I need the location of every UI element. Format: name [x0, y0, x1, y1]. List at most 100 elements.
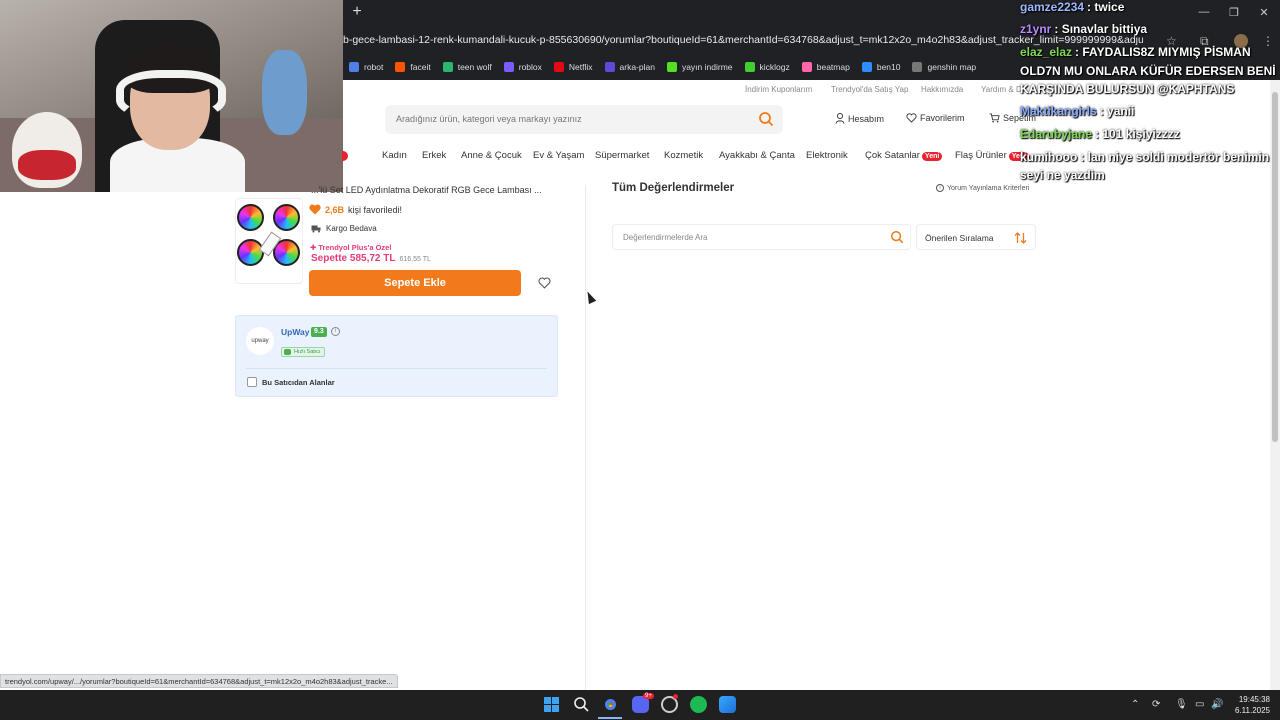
about-link[interactable]: Hakkımızda: [921, 85, 963, 94]
checkbox-icon[interactable]: [247, 377, 257, 387]
bookmark-label: arka-plan: [619, 62, 655, 72]
windows-taskbar: 9+ ⌃ ⟳ 🎙 ▭ 🔊 19:45:38 6.11.2025: [0, 690, 1280, 720]
active-app-indicator: [598, 717, 622, 719]
chat-text: : 101 kişiyizzzz: [1095, 127, 1180, 141]
account-label: Hesabım: [848, 113, 885, 124]
plus-label-text: Trendyol Plus'a Özel: [318, 243, 392, 252]
bookmark-label: beatmap: [816, 62, 850, 72]
chat-text: : Sınavlar bittiya: [1054, 22, 1148, 36]
category-flas-urunler[interactable]: Flaş Ürünler Yeni: [955, 150, 1030, 161]
review-search-placeholder: Değerlendirmelerde Ara: [623, 233, 708, 242]
truck-icon: [311, 225, 321, 233]
product-image[interactable]: [235, 198, 303, 284]
favorites-label: Favorilerim: [920, 113, 965, 123]
category-ev-yasam[interactable]: Ev & Yaşam: [533, 150, 584, 161]
search-icon[interactable]: [890, 230, 904, 244]
category-cok-satanlar[interactable]: Çok Satanlar Yeni: [865, 150, 943, 161]
favorites-text: kişi favoriledi!: [348, 204, 403, 215]
chat-message: gamze2234: twice: [1020, 0, 1124, 14]
chat-username: Edarubyjane: [1020, 127, 1093, 141]
kicklogz-icon: [744, 62, 755, 72]
link-status-bar: trendyol.com/upway/.../yorumlar?boutique…: [0, 674, 398, 688]
bookmark-item[interactable]: arka-plan: [599, 58, 661, 76]
free-cargo-info: Kargo Bedava: [311, 224, 377, 233]
review-rules-label: Yorum Yayınlama Kriterleri: [947, 184, 1030, 192]
bookmark-item[interactable]: ben10: [856, 58, 907, 76]
tray-chevron-icon[interactable]: ⌃: [1131, 699, 1139, 710]
notification-dot: [673, 694, 678, 699]
bookmark-item[interactable]: beatmap: [796, 58, 856, 76]
volume-icon[interactable]: 🔊: [1211, 699, 1223, 710]
chat-text: : yanii: [1099, 104, 1135, 118]
category-supermarket[interactable]: Süpermarket: [595, 150, 649, 161]
system-clock[interactable]: 19:45:38 6.11.2025: [1228, 694, 1270, 716]
chat-username: elaz_elaz: [1020, 45, 1073, 59]
category-erkek[interactable]: Erkek: [422, 150, 446, 161]
category-kadin[interactable]: Kadın: [382, 150, 407, 161]
favorite-heart-icon: [309, 204, 321, 215]
netflix-icon: [553, 62, 564, 72]
vertical-divider: [585, 185, 586, 690]
spotify-icon[interactable]: [690, 696, 707, 713]
bookmark-item[interactable]: yayın indirme: [661, 58, 739, 76]
chat-text: OLD7N MU ONLARA KÜFÜR EDERSEN BENİ: [1020, 64, 1276, 78]
bookmark-label: yayın indirme: [681, 62, 733, 72]
webcam-overlay: [0, 0, 343, 192]
bookmark-item[interactable]: Netflix: [548, 58, 599, 76]
product-title[interactable]: ...'lü Set LED Aydınlatma Dekoratif RGB …: [311, 185, 561, 195]
bookmark-item[interactable]: faceit: [389, 58, 436, 76]
bookmark-item[interactable]: robot: [343, 58, 389, 76]
category-ayakkabi-canta[interactable]: Ayakkabı & Çanta: [719, 150, 795, 161]
coupons-link[interactable]: İndirim Kuponlarım: [745, 85, 812, 94]
clock-date: 6.11.2025: [1235, 706, 1270, 715]
seller-score-badge: 9.3: [311, 327, 327, 337]
review-rules-link[interactable]: i Yorum Yayınlama Kriterleri: [936, 184, 1029, 192]
review-search-input[interactable]: Değerlendirmelerde Ara: [612, 224, 911, 250]
seller-filter-checkbox[interactable]: Bu Satıcıdan Alanlar: [247, 377, 335, 387]
category-kozmetik[interactable]: Kozmetik: [664, 150, 703, 161]
display-icon[interactable]: ▭: [1195, 699, 1204, 710]
search-input[interactable]: Aradığınız ürün, kategori veya markayı y…: [385, 105, 783, 134]
chat-username: Maktikangirls: [1020, 104, 1097, 118]
chat-message: elaz_elaz: FAYDALIS8Z MIYMIŞ PİSMAN: [1020, 45, 1251, 59]
seller-filter-label: Bu Satıcıdan Alanlar: [262, 377, 335, 387]
category-anne-cocuk[interactable]: Anne & Çocuk: [461, 150, 522, 161]
ben10-icon: [861, 62, 872, 72]
add-to-cart-button[interactable]: Sepete Ekle: [309, 270, 521, 296]
search-icon[interactable]: [758, 111, 774, 127]
user-icon: [835, 113, 845, 124]
bookmark-label: ben10: [876, 62, 901, 72]
search-icon[interactable]: [573, 696, 590, 713]
discord-badge: 9+: [643, 693, 654, 699]
chat-username: gamze2234: [1020, 0, 1085, 14]
favorites-button[interactable]: Favorilerim: [906, 113, 965, 123]
review-sort-dropdown[interactable]: Önerilen Sıralama: [916, 224, 1036, 250]
yayin-indirme-icon: [666, 62, 677, 72]
bookmark-label: Netflix: [568, 62, 593, 72]
editor-icon[interactable]: [719, 696, 736, 713]
windows-start-icon[interactable]: [543, 696, 560, 713]
account-button[interactable]: Hesabım: [835, 113, 884, 124]
bookmark-item[interactable]: roblox: [498, 58, 548, 76]
bookmark-label: teen wolf: [457, 62, 492, 72]
bookmark-item[interactable]: teen wolf: [437, 58, 498, 76]
info-icon: i: [936, 184, 944, 192]
seller-name[interactable]: UpWay: [281, 327, 310, 337]
bookmark-label: robot: [364, 62, 384, 72]
favorites-count: 2,6B: [325, 204, 345, 215]
arka-plan-icon: [604, 62, 615, 72]
chrome-icon[interactable]: [602, 696, 619, 713]
new-tab-button[interactable]: +: [349, 4, 365, 20]
seller-logo[interactable]: upway: [246, 327, 274, 355]
category-elektronik[interactable]: Elektronik: [806, 150, 848, 161]
sell-link[interactable]: Trendyol'da Satış Yap: [831, 85, 908, 94]
faceit-icon: [395, 62, 406, 72]
favorites-info: 2,6B kişi favoriledi!: [309, 204, 402, 215]
sync-icon[interactable]: ⟳: [1152, 699, 1160, 710]
favorite-button[interactable]: [532, 272, 556, 294]
bookmark-item[interactable]: kicklogz: [739, 58, 796, 76]
info-icon[interactable]: i: [331, 327, 340, 336]
microphone-icon[interactable]: 🎙: [1175, 699, 1188, 710]
webcam-plush-doll: [262, 50, 307, 135]
bookmark-item[interactable]: genshin map: [906, 58, 982, 76]
